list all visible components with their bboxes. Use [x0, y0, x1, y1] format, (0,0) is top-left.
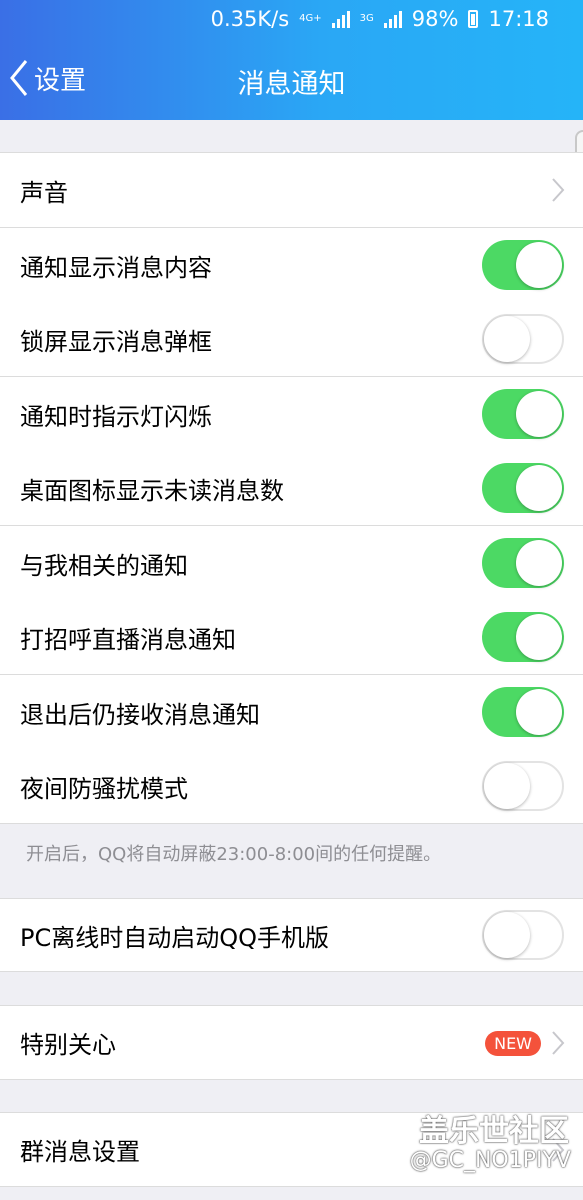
divider — [0, 1186, 583, 1187]
setting-toggle[interactable] — [482, 538, 564, 588]
network-4g-label: 4G+ — [299, 13, 322, 24]
battery-percent: 98% — [411, 7, 459, 31]
network-speed: 0.35K/s — [210, 7, 290, 31]
settings-row-special-care[interactable]: 特别关心 NEW — [0, 1006, 583, 1079]
network-3g-label: 3G — [359, 13, 374, 24]
header-bar: 0.35K/s 4G+ 3G 98% 17:18 设置 消息通知 — [0, 0, 583, 120]
toggle-knob — [516, 465, 562, 511]
toggle-knob — [484, 316, 530, 362]
settings-row[interactable]: 与我相关的通知 — [0, 526, 583, 601]
setting-toggle[interactable] — [482, 612, 564, 662]
divider — [0, 971, 583, 972]
settings-row-label: 通知时指示灯闪烁 — [20, 403, 212, 431]
battery-icon — [468, 10, 479, 28]
settings-row-label: 退出后仍接收消息通知 — [20, 701, 260, 729]
settings-row[interactable]: 锁屏显示消息弹框 — [0, 302, 583, 377]
signal-icon-2 — [383, 10, 402, 28]
setting-toggle[interactable] — [482, 314, 564, 364]
setting-toggle[interactable] — [482, 240, 564, 290]
settings-row-label: PC离线时自动启动QQ手机版 — [20, 923, 330, 952]
divider — [0, 823, 583, 824]
settings-row-label: 特别关心 — [20, 1031, 116, 1059]
page-title: 消息通知 — [237, 69, 346, 100]
watermark-handle: @GC_NO1PIYV — [409, 1148, 571, 1173]
settings-row-label: 锁屏显示消息弹框 — [20, 328, 212, 356]
chevron-right-icon — [552, 1031, 565, 1055]
settings-row-pc-offline[interactable]: PC离线时自动启动QQ手机版 — [0, 899, 583, 971]
toggle-knob — [516, 242, 562, 288]
settings-row-label: 夜间防骚扰模式 — [20, 775, 188, 803]
settings-row-label: 桌面图标显示未读消息数 — [20, 477, 284, 505]
settings-row[interactable]: 声音 — [0, 153, 583, 228]
new-badge: NEW — [485, 1031, 541, 1056]
settings-row[interactable]: 桌面图标显示未读消息数 — [0, 451, 583, 526]
settings-row[interactable]: 夜间防骚扰模式 — [0, 749, 583, 824]
settings-row-label: 群消息设置 — [20, 1138, 140, 1166]
toggle-knob — [484, 763, 530, 809]
nav-bar: 设置 消息通知 — [0, 40, 583, 120]
setting-toggle[interactable] — [482, 463, 564, 513]
settings-row[interactable]: 退出后仍接收消息通知 — [0, 675, 583, 750]
settings-row-label: 打招呼直播消息通知 — [20, 626, 236, 654]
clock: 17:18 — [488, 7, 549, 31]
pc-offline-toggle[interactable] — [482, 910, 564, 960]
signal-icon — [331, 10, 350, 28]
settings-row-label: 通知显示消息内容 — [20, 254, 212, 282]
divider — [0, 1079, 583, 1080]
toggle-knob — [484, 912, 530, 958]
watermark-title: 盖乐世社区 — [419, 1114, 569, 1149]
toggle-knob — [516, 614, 562, 660]
night-mode-note: 开启后，QQ将自动屏蔽23:00-8:00间的任何提醒。 — [26, 844, 442, 865]
settings-row[interactable]: 通知显示消息内容 — [0, 228, 583, 303]
settings-row-label: 与我相关的通知 — [20, 552, 188, 580]
toggle-knob — [516, 689, 562, 735]
setting-toggle[interactable] — [482, 687, 564, 737]
toggle-knob — [516, 391, 562, 437]
setting-toggle[interactable] — [482, 389, 564, 439]
settings-row[interactable]: 打招呼直播消息通知 — [0, 600, 583, 675]
settings-row[interactable]: 通知时指示灯闪烁 — [0, 377, 583, 452]
settings-row-label: 声音 — [20, 179, 68, 207]
chevron-right-icon — [552, 178, 565, 202]
toggle-knob — [516, 540, 562, 586]
setting-toggle[interactable] — [482, 761, 564, 811]
status-bar: 0.35K/s 4G+ 3G 98% 17:18 — [0, 0, 583, 40]
